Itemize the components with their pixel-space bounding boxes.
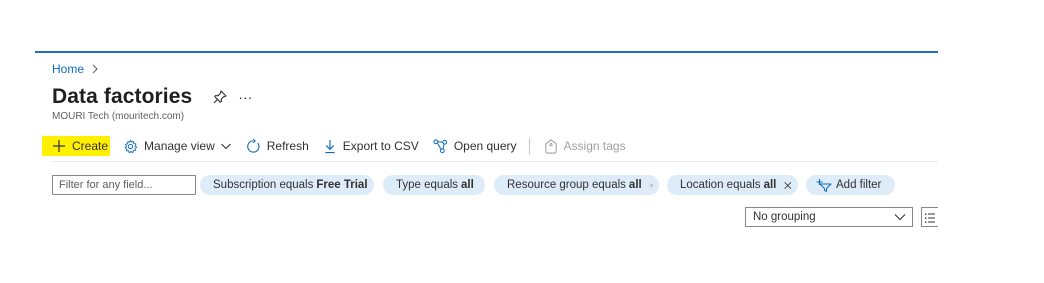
- query-icon: [433, 138, 447, 153]
- manage-view-button[interactable]: Manage view: [123, 136, 232, 156]
- page-subtitle: MOURI Tech (mouritech.com): [52, 111, 185, 122]
- open-query-label: Open query: [453, 139, 517, 153]
- refresh-icon: [246, 138, 260, 153]
- resource-group-filter-pill[interactable]: Resource group equals all: [494, 175, 659, 195]
- resource-group-filter-label: Resource group equals: [507, 179, 626, 191]
- location-filter-pill[interactable]: Location equals all: [667, 175, 798, 195]
- grouping-selected: No grouping: [753, 211, 816, 223]
- export-csv-button[interactable]: Export to CSV: [323, 136, 419, 156]
- location-filter-label: Location equals: [680, 179, 761, 191]
- command-bar: Create Manage view Refresh Export to CSV…: [42, 136, 626, 156]
- type-filter-value: all: [461, 179, 474, 191]
- title-row: Data factories ···: [52, 85, 252, 109]
- breadcrumb-home-link[interactable]: Home: [52, 62, 84, 76]
- add-filter-button[interactable]: Add filter: [806, 175, 895, 195]
- toolbar-divider: [52, 161, 938, 162]
- grouping-dropdown[interactable]: No grouping: [745, 207, 913, 227]
- refresh-label: Refresh: [266, 139, 309, 153]
- subscription-filter-value: Free Trial: [316, 179, 368, 191]
- download-icon: [325, 139, 335, 153]
- location-filter-value: all: [763, 179, 777, 191]
- refresh-button[interactable]: Refresh: [246, 136, 309, 156]
- chevron-down-icon: [894, 214, 906, 221]
- export-csv-label: Export to CSV: [342, 139, 419, 153]
- plus-icon: [53, 140, 65, 152]
- resource-group-filter-value: all: [628, 179, 642, 191]
- page-title: Data factories: [52, 85, 193, 108]
- gear-icon: [124, 139, 138, 153]
- subscription-filter-pill[interactable]: Subscription equals Free Trial: [200, 175, 374, 195]
- toolbar-separator: [528, 138, 530, 154]
- chevron-right-icon: [92, 64, 98, 74]
- more-options-icon[interactable]: ···: [238, 89, 252, 105]
- type-filter-label: Type equals: [396, 179, 459, 191]
- assign-tags-button[interactable]: Assign tags: [544, 136, 626, 156]
- view-toggle-button[interactable]: [921, 207, 938, 227]
- pin-icon[interactable]: [212, 89, 228, 105]
- close-icon[interactable]: [784, 180, 792, 191]
- assign-tags-label: Assign tags: [563, 139, 626, 153]
- create-label: Create: [72, 139, 109, 153]
- filter-search-input[interactable]: [52, 175, 196, 195]
- add-filter-icon: [816, 179, 832, 192]
- subscription-filter-label: Subscription equals: [213, 179, 314, 191]
- open-query-button[interactable]: Open query: [433, 136, 517, 156]
- header-divider: [35, 51, 938, 53]
- breadcrumb: Home: [52, 62, 100, 76]
- list-view-icon: [925, 213, 935, 223]
- tag-icon: [544, 138, 557, 154]
- close-icon[interactable]: [649, 180, 653, 191]
- manage-view-label: Manage view: [144, 139, 215, 153]
- create-button[interactable]: Create: [42, 136, 111, 156]
- chevron-down-icon: [220, 143, 231, 150]
- add-filter-label: Add filter: [836, 179, 882, 191]
- type-filter-pill[interactable]: Type equals all: [383, 175, 485, 195]
